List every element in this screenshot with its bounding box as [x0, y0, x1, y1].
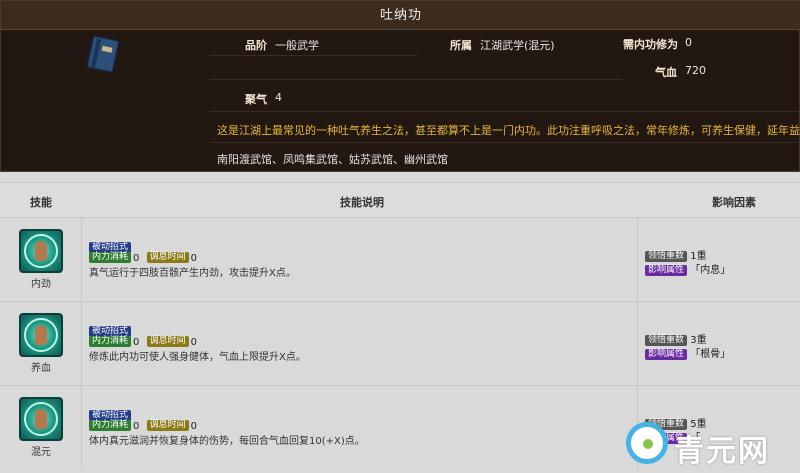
hp-value: 720 — [685, 64, 706, 77]
cost-value: 0 — [133, 336, 140, 348]
skill-name: 养血 — [31, 363, 51, 374]
attribute-value: 「根骨」 — [690, 349, 731, 360]
cost-tag: 内力消耗 — [89, 336, 132, 347]
grade-label: 品阶 — [245, 39, 267, 52]
gather-label: 聚气 — [245, 93, 267, 106]
cooldown-tag: 调息时间 — [146, 252, 189, 263]
skill-effect-text: 修炼此内功可使人强身健体，气血上限提升X点。 — [89, 352, 306, 363]
table-row: 养血 被动招式 内力消耗 0 调息时间 0 修炼此内功可使人强身健体，气血上限提升X… — [0, 302, 800, 386]
watermark-text: 青元网 — [674, 434, 770, 469]
level-tag: 领悟重数 — [645, 334, 688, 346]
grade-value: 一般武学 — [275, 39, 319, 52]
martial-halls: 南阳渡武馆、凤鸣集武馆、姑苏武馆、幽州武馆 — [217, 153, 448, 166]
cost-tag: 内力消耗 — [89, 252, 132, 263]
cooldown-value: 0 — [190, 420, 197, 432]
skill-effect-text: 体内真元滋润并恢复身体的伤势，每回合气血回复10(+X)点。 — [89, 436, 365, 447]
type-tag: 被动招式 — [89, 241, 132, 253]
hp-label: 气血 — [655, 66, 677, 79]
header-desc: 技能说明 — [340, 196, 384, 209]
book-icon — [86, 35, 120, 73]
meditation-icon[interactable] — [19, 229, 63, 273]
skill-name: 混元 — [31, 447, 51, 458]
header-skill: 技能 — [30, 196, 52, 209]
attribute-tag: 影响属性 — [645, 348, 688, 360]
skill-description: 这是江湖上最常见的一种吐气养生之法，甚至都算不上是一门内功。此功注重呼吸之法，常… — [217, 124, 800, 137]
site-watermark: 青元网 — [626, 422, 796, 469]
req-value: 0 — [685, 36, 692, 49]
header-factor: 影响因素 — [712, 196, 756, 209]
type-tag: 被动招式 — [89, 409, 132, 421]
belongs-value: 江湖武学(混元) — [480, 39, 555, 52]
cooldown-tag: 调息时间 — [146, 420, 189, 431]
meditation-icon[interactable] — [19, 397, 63, 441]
table-row: 内劲 被动招式 内力消耗 0 调息时间 0 真气运行于四肢百骸产生内劲，攻击提升X点… — [0, 218, 800, 302]
attribute-value: 「内息」 — [690, 265, 731, 276]
belongs-label: 所属 — [450, 39, 472, 52]
level-tag: 领悟重数 — [645, 250, 688, 262]
logo-icon — [626, 422, 668, 464]
meditation-icon[interactable] — [19, 313, 63, 357]
skill-effect-text: 真气运行于四肢百骸产生内劲，攻击提升X点。 — [89, 268, 296, 279]
attribute-tag: 影响属性 — [645, 264, 688, 276]
cost-tag: 内力消耗 — [89, 420, 132, 431]
cooldown-value: 0 — [190, 252, 197, 264]
cost-value: 0 — [133, 252, 140, 264]
req-label: 需内功修为 — [623, 38, 678, 51]
cost-value: 0 — [133, 420, 140, 432]
skill-info-card: 吐纳功 品阶 一般武学 所属 江湖武学(混元) 需内功修为 0 气血 720 聚… — [0, 0, 800, 172]
gather-value: 4 — [275, 91, 282, 104]
type-tag: 被动招式 — [89, 325, 132, 337]
cooldown-tag: 调息时间 — [146, 336, 189, 347]
cooldown-value: 0 — [190, 336, 197, 348]
table-header: 技能 技能说明 影响因素 — [0, 182, 800, 218]
skill-name: 内劲 — [31, 279, 51, 290]
skill-title: 吐纳功 — [1, 1, 800, 30]
